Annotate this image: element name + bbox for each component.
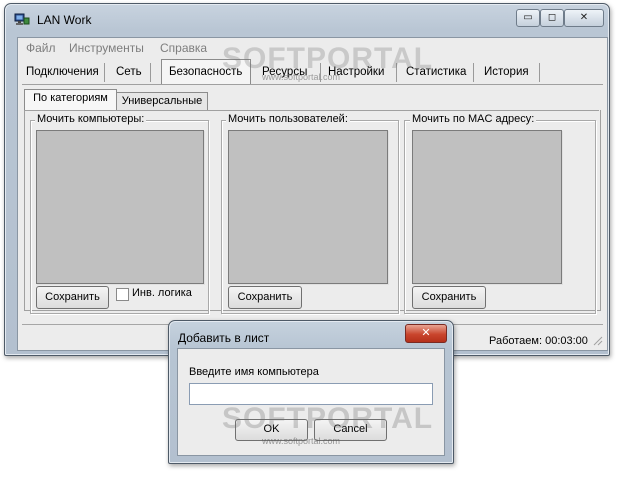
main-client-area: Файл Инструменты Справка Подключения Сет… bbox=[17, 37, 608, 351]
menu-help[interactable]: Справка bbox=[160, 41, 207, 55]
save-users-label: Сохранить bbox=[237, 291, 293, 303]
main-window: LAN Work ▭ ◻ ✕ Файл Инструменты Справка … bbox=[4, 3, 610, 356]
tabs-baseline bbox=[22, 84, 603, 85]
ok-button[interactable]: OK bbox=[235, 419, 308, 441]
computers-listbox[interactable] bbox=[36, 130, 204, 284]
tab-separator bbox=[539, 63, 540, 82]
close-icon: ✕ bbox=[579, 12, 589, 23]
save-mac-label: Сохранить bbox=[421, 291, 477, 303]
add-to-list-dialog: Добавить в лист ✕ Введите имя компьютера… bbox=[168, 320, 454, 464]
tab-separator bbox=[396, 63, 397, 82]
computer-name-input[interactable] bbox=[189, 383, 433, 405]
app-network-icon bbox=[14, 13, 30, 27]
cancel-label: Cancel bbox=[333, 423, 368, 435]
tab-separator bbox=[473, 63, 474, 82]
save-computers-button[interactable]: Сохранить bbox=[36, 286, 109, 309]
save-computers-label: Сохранить bbox=[45, 291, 100, 303]
tab-by-category[interactable]: По категориям bbox=[24, 89, 117, 110]
tab-history[interactable]: История bbox=[484, 62, 529, 83]
group-mac-label: Мочить по MAC адресу: bbox=[410, 113, 537, 125]
close-icon: ✕ bbox=[421, 326, 431, 339]
status-uptime: Работаем: 00:03:00 bbox=[489, 335, 588, 347]
tab-connections[interactable]: Подключения bbox=[26, 62, 99, 83]
save-mac-button[interactable]: Сохранить bbox=[412, 286, 486, 309]
tab-separator bbox=[150, 63, 151, 82]
users-listbox[interactable] bbox=[228, 130, 388, 284]
mac-listbox[interactable] bbox=[412, 130, 562, 284]
close-button[interactable]: ✕ bbox=[564, 9, 604, 27]
tab-by-category-label: По категориям bbox=[33, 92, 108, 104]
menu-file[interactable]: Файл bbox=[26, 41, 56, 55]
minimize-button[interactable]: ▭ bbox=[516, 9, 540, 27]
invert-logic-label: Инв. логика bbox=[132, 287, 192, 299]
menu-bar: Файл Инструменты Справка bbox=[18, 38, 607, 57]
minimize-icon: ▭ bbox=[523, 12, 533, 23]
dialog-client-area: Введите имя компьютера OK Cancel bbox=[177, 348, 445, 456]
tab-statistics[interactable]: Статистика bbox=[406, 62, 466, 83]
tab-separator bbox=[104, 63, 105, 82]
resize-grip-icon[interactable] bbox=[591, 334, 603, 346]
maximize-icon: ◻ bbox=[547, 12, 557, 23]
maximize-button[interactable]: ◻ bbox=[540, 9, 564, 27]
ok-label: OK bbox=[263, 423, 280, 435]
tab-network[interactable]: Сеть bbox=[116, 62, 142, 83]
dialog-title: Добавить в лист bbox=[178, 331, 270, 345]
menu-tools[interactable]: Инструменты bbox=[69, 41, 144, 55]
invert-logic-checkbox[interactable] bbox=[116, 288, 129, 301]
tab-settings[interactable]: Настройки bbox=[328, 62, 384, 83]
group-users-label: Мочить пользователей: bbox=[226, 113, 350, 125]
cancel-button[interactable]: Cancel bbox=[314, 419, 387, 441]
window-title: LAN Work bbox=[37, 13, 92, 27]
tab-security[interactable]: Безопасность bbox=[169, 62, 242, 83]
save-users-button[interactable]: Сохранить bbox=[228, 286, 302, 309]
tab-separator bbox=[320, 63, 321, 82]
group-computers-label: Мочить компьютеры: bbox=[35, 113, 147, 125]
tab-universal[interactable]: Универсальные bbox=[116, 92, 208, 111]
dialog-prompt: Введите имя компьютера bbox=[189, 366, 319, 378]
tab-resources[interactable]: Ресурсы bbox=[262, 62, 307, 83]
dialog-close-button[interactable]: ✕ bbox=[405, 324, 447, 343]
tab-universal-label: Универсальные bbox=[121, 95, 203, 107]
